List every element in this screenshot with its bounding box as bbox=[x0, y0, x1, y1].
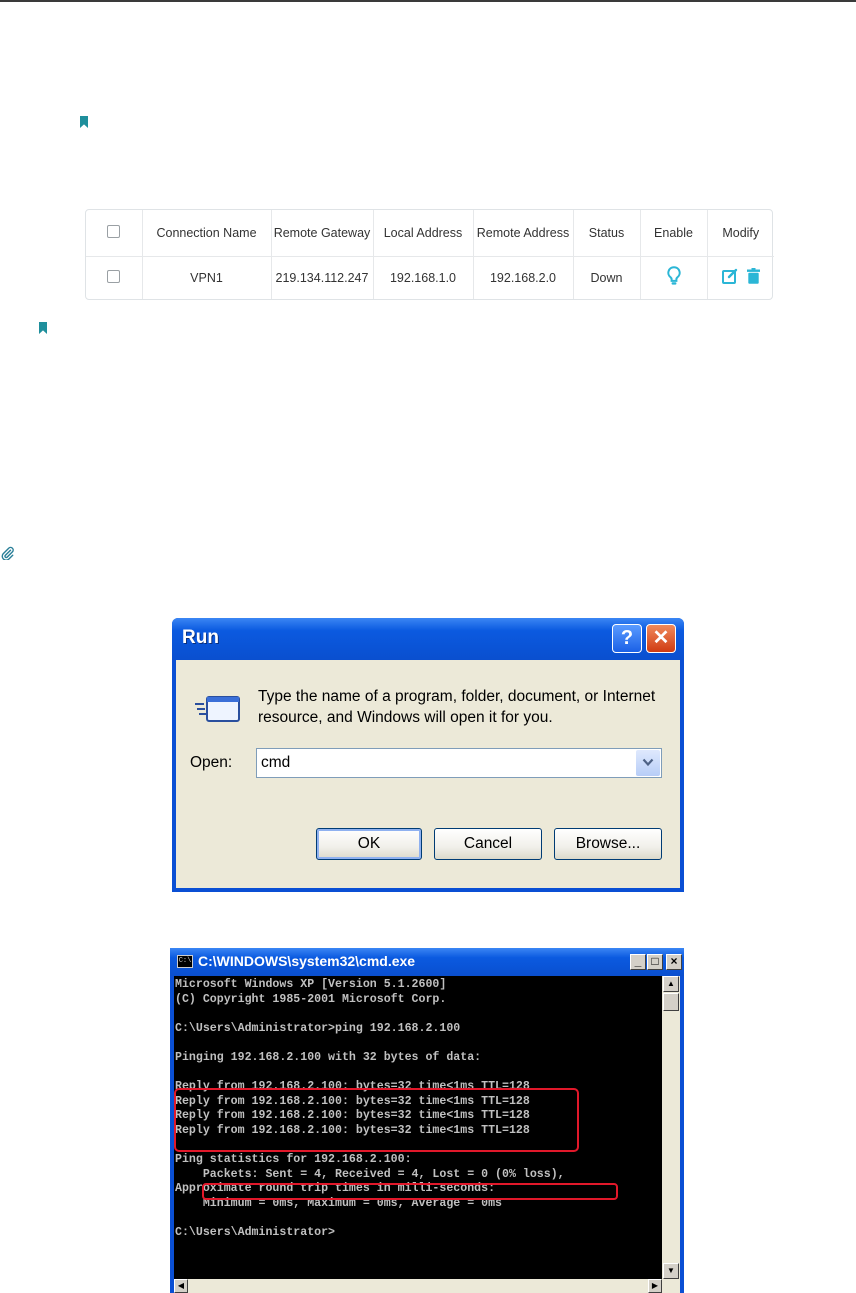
open-input-value: cmd bbox=[261, 754, 291, 771]
remote-gateway-cell: 219.134.112.247 bbox=[271, 255, 374, 299]
open-combobox[interactable]: cmd bbox=[256, 748, 662, 778]
chevron-down-icon bbox=[642, 758, 654, 767]
bookmark-icon bbox=[39, 322, 47, 334]
select-all-checkbox[interactable] bbox=[107, 224, 121, 238]
cancel-button[interactable]: Cancel bbox=[434, 828, 542, 860]
local-address-cell: 192.168.1.0 bbox=[373, 255, 474, 299]
column-header: Local Address bbox=[373, 210, 474, 256]
minimize-button[interactable]: _ bbox=[630, 954, 646, 970]
trash-icon[interactable] bbox=[746, 268, 760, 287]
connection-name-cell: VPN1 bbox=[142, 255, 272, 299]
select-all-cell bbox=[86, 210, 143, 256]
cmd-titlebar[interactable]: C:\ C:\WINDOWS\system32\cmd.exe _ □ × bbox=[170, 948, 684, 976]
close-button[interactable]: × bbox=[666, 954, 682, 970]
console-line: C:\Users\Administrator>ping 192.168.2.10… bbox=[175, 1021, 461, 1035]
run-icon bbox=[194, 694, 242, 724]
console-line: Microsoft Windows XP [Version 5.1.2600] bbox=[175, 978, 447, 991]
remote-address-cell: 192.168.2.0 bbox=[473, 255, 574, 299]
run-dialog-title: Run bbox=[182, 627, 219, 648]
column-header: Enable bbox=[640, 210, 708, 256]
run-description: Type the name of a program, folder, docu… bbox=[258, 688, 656, 726]
scroll-thumb[interactable] bbox=[663, 993, 679, 1011]
browse-button[interactable]: Browse... bbox=[554, 828, 662, 860]
cmd-window-title: C:\WINDOWS\system32\cmd.exe bbox=[198, 953, 416, 969]
modify-cell bbox=[707, 255, 774, 299]
scroll-left-arrow-icon[interactable]: ◀ bbox=[174, 1279, 188, 1293]
help-button[interactable]: ? bbox=[612, 624, 642, 653]
column-header: Remote Gateway bbox=[271, 210, 374, 256]
run-dialog-body: Type the name of a program, folder, docu… bbox=[176, 660, 680, 888]
enable-cell bbox=[640, 255, 708, 299]
console-line: Packets: Sent = 4, Received = 4, Lost = … bbox=[175, 1167, 565, 1181]
column-header: Connection Name bbox=[142, 210, 272, 256]
status-cell: Down bbox=[573, 255, 641, 299]
reply-highlight-box bbox=[174, 1088, 579, 1152]
console-line: Ping statistics for 192.168.2.100: bbox=[175, 1153, 412, 1167]
run-dialog: Run ? ✕ Type the name of a program, fold… bbox=[172, 618, 684, 892]
cmd-console[interactable]: Microsoft Windows XP [Version 5.1.2600] … bbox=[174, 976, 662, 1279]
scroll-down-arrow-icon[interactable]: ▼ bbox=[663, 1263, 679, 1279]
cmd-window: C:\ C:\WINDOWS\system32\cmd.exe _ □ × Mi… bbox=[170, 948, 684, 1293]
close-button[interactable]: ✕ bbox=[646, 624, 676, 653]
open-label: Open: bbox=[190, 754, 233, 771]
edit-icon[interactable] bbox=[721, 268, 738, 287]
table-row: VPN1 219.134.112.247 192.168.1.0 192.168… bbox=[86, 255, 774, 299]
column-header: Remote Address bbox=[473, 210, 574, 256]
lightbulb-icon[interactable] bbox=[666, 266, 681, 289]
row-select-cell bbox=[86, 255, 143, 299]
column-header: Modify bbox=[722, 225, 760, 240]
run-titlebar[interactable]: Run ? ✕ bbox=[172, 618, 684, 660]
top-rule bbox=[0, 0, 856, 2]
maximize-button[interactable]: □ bbox=[647, 954, 663, 970]
row-checkbox[interactable] bbox=[107, 269, 121, 283]
console-line: C:\Users\Administrator> bbox=[175, 1226, 336, 1240]
console-line: (C) Copyright 1985-2001 Microsoft Corp. bbox=[175, 992, 447, 1006]
vpn-table: Connection Name Remote Gateway Local Add… bbox=[85, 209, 774, 300]
horizontal-scrollbar[interactable]: ◀ ▶ bbox=[174, 1279, 680, 1293]
console-line: Pinging 192.168.2.100 with 32 bytes of d… bbox=[175, 1050, 482, 1064]
packets-highlight-box bbox=[202, 1183, 618, 1200]
column-header: Status bbox=[573, 210, 641, 256]
cmd-system-icon[interactable]: C:\ bbox=[177, 955, 193, 968]
dropdown-button[interactable] bbox=[636, 750, 660, 776]
vertical-scrollbar[interactable]: ▲ ▼ bbox=[662, 976, 680, 1279]
bookmark-icon bbox=[80, 116, 88, 128]
scroll-up-arrow-icon[interactable]: ▲ bbox=[663, 976, 679, 992]
paperclip-icon bbox=[0, 546, 14, 561]
ok-button[interactable]: OK bbox=[316, 828, 422, 860]
scroll-right-arrow-icon[interactable]: ▶ bbox=[648, 1279, 662, 1293]
table-header-row: Connection Name Remote Gateway Local Add… bbox=[86, 210, 774, 256]
